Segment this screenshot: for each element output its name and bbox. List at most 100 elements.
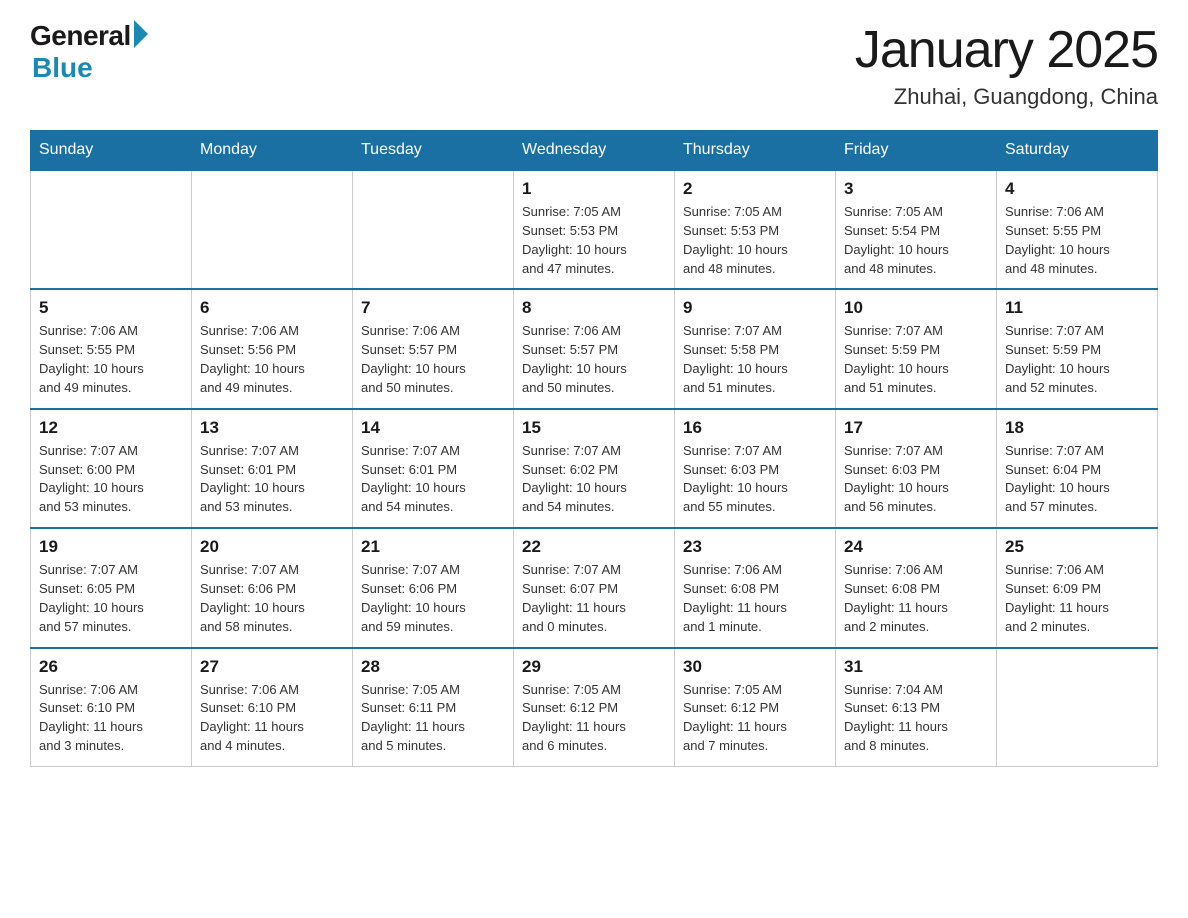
day-info: Sunrise: 7:06 AMSunset: 5:55 PMDaylight:…	[1005, 203, 1149, 278]
day-info: Sunrise: 7:06 AMSunset: 5:55 PMDaylight:…	[39, 322, 183, 397]
day-info: Sunrise: 7:07 AMSunset: 6:01 PMDaylight:…	[361, 442, 505, 517]
calendar-cell: 23 Sunrise: 7:06 AMSunset: 6:08 PMDayligh…	[675, 528, 836, 647]
location-subtitle: Zhuhai, Guangdong, China	[855, 84, 1158, 110]
calendar-week-5: 26 Sunrise: 7:06 AMSunset: 6:10 PMDayligh…	[31, 648, 1158, 767]
day-info: Sunrise: 7:05 AMSunset: 5:54 PMDaylight:…	[844, 203, 988, 278]
calendar-header-sunday: Sunday	[31, 131, 192, 171]
calendar-header-row: SundayMondayTuesdayWednesdayThursdayFrid…	[31, 131, 1158, 171]
day-info: Sunrise: 7:07 AMSunset: 6:07 PMDaylight:…	[522, 561, 666, 636]
day-number: 24	[844, 537, 988, 557]
day-info: Sunrise: 7:07 AMSunset: 6:00 PMDaylight:…	[39, 442, 183, 517]
day-number: 28	[361, 657, 505, 677]
day-number: 19	[39, 537, 183, 557]
calendar-week-2: 5 Sunrise: 7:06 AMSunset: 5:55 PMDaylight…	[31, 289, 1158, 408]
calendar-cell: 9 Sunrise: 7:07 AMSunset: 5:58 PMDaylight…	[675, 289, 836, 408]
calendar-cell	[997, 648, 1158, 767]
day-number: 25	[1005, 537, 1149, 557]
day-number: 4	[1005, 179, 1149, 199]
day-number: 30	[683, 657, 827, 677]
day-info: Sunrise: 7:07 AMSunset: 6:04 PMDaylight:…	[1005, 442, 1149, 517]
day-number: 27	[200, 657, 344, 677]
calendar-table: SundayMondayTuesdayWednesdayThursdayFrid…	[30, 130, 1158, 767]
calendar-cell	[192, 170, 353, 289]
day-number: 11	[1005, 298, 1149, 318]
calendar-cell: 15 Sunrise: 7:07 AMSunset: 6:02 PMDayligh…	[514, 409, 675, 528]
day-number: 1	[522, 179, 666, 199]
calendar-cell: 1 Sunrise: 7:05 AMSunset: 5:53 PMDaylight…	[514, 170, 675, 289]
calendar-week-3: 12 Sunrise: 7:07 AMSunset: 6:00 PMDayligh…	[31, 409, 1158, 528]
calendar-cell: 11 Sunrise: 7:07 AMSunset: 5:59 PMDayligh…	[997, 289, 1158, 408]
calendar-cell: 20 Sunrise: 7:07 AMSunset: 6:06 PMDayligh…	[192, 528, 353, 647]
calendar-week-4: 19 Sunrise: 7:07 AMSunset: 6:05 PMDayligh…	[31, 528, 1158, 647]
day-number: 29	[522, 657, 666, 677]
day-info: Sunrise: 7:07 AMSunset: 5:58 PMDaylight:…	[683, 322, 827, 397]
calendar-cell: 2 Sunrise: 7:05 AMSunset: 5:53 PMDaylight…	[675, 170, 836, 289]
day-info: Sunrise: 7:05 AMSunset: 5:53 PMDaylight:…	[683, 203, 827, 278]
logo: General Blue	[30, 20, 148, 84]
calendar-cell: 4 Sunrise: 7:06 AMSunset: 5:55 PMDaylight…	[997, 170, 1158, 289]
day-info: Sunrise: 7:07 AMSunset: 6:06 PMDaylight:…	[200, 561, 344, 636]
day-info: Sunrise: 7:07 AMSunset: 6:05 PMDaylight:…	[39, 561, 183, 636]
day-number: 10	[844, 298, 988, 318]
calendar-cell: 28 Sunrise: 7:05 AMSunset: 6:11 PMDayligh…	[353, 648, 514, 767]
calendar-cell: 21 Sunrise: 7:07 AMSunset: 6:06 PMDayligh…	[353, 528, 514, 647]
day-info: Sunrise: 7:06 AMSunset: 6:09 PMDaylight:…	[1005, 561, 1149, 636]
calendar-cell: 6 Sunrise: 7:06 AMSunset: 5:56 PMDaylight…	[192, 289, 353, 408]
day-info: Sunrise: 7:07 AMSunset: 6:01 PMDaylight:…	[200, 442, 344, 517]
day-number: 16	[683, 418, 827, 438]
calendar-cell: 27 Sunrise: 7:06 AMSunset: 6:10 PMDayligh…	[192, 648, 353, 767]
day-info: Sunrise: 7:07 AMSunset: 5:59 PMDaylight:…	[844, 322, 988, 397]
calendar-header-friday: Friday	[836, 131, 997, 171]
month-title: January 2025	[855, 20, 1158, 80]
day-info: Sunrise: 7:04 AMSunset: 6:13 PMDaylight:…	[844, 681, 988, 756]
day-number: 9	[683, 298, 827, 318]
calendar-cell: 24Sunrise: 7:06 AMSunset: 6:08 PMDayligh…	[836, 528, 997, 647]
day-number: 20	[200, 537, 344, 557]
day-number: 21	[361, 537, 505, 557]
day-info: Sunrise: 7:06 AMSunset: 6:08 PMDaylight:…	[683, 561, 827, 636]
day-number: 6	[200, 298, 344, 318]
day-info: Sunrise: 7:05 AMSunset: 6:11 PMDaylight:…	[361, 681, 505, 756]
day-info: Sunrise: 7:07 AMSunset: 6:02 PMDaylight:…	[522, 442, 666, 517]
day-number: 5	[39, 298, 183, 318]
logo-blue-text: Blue	[32, 52, 93, 84]
calendar-cell: 8Sunrise: 7:06 AMSunset: 5:57 PMDaylight…	[514, 289, 675, 408]
day-number: 31	[844, 657, 988, 677]
day-number: 15	[522, 418, 666, 438]
calendar-header-saturday: Saturday	[997, 131, 1158, 171]
calendar-cell: 17Sunrise: 7:07 AMSunset: 6:03 PMDayligh…	[836, 409, 997, 528]
calendar-cell	[31, 170, 192, 289]
day-number: 12	[39, 418, 183, 438]
calendar-cell: 7Sunrise: 7:06 AMSunset: 5:57 PMDaylight…	[353, 289, 514, 408]
calendar-cell: 3 Sunrise: 7:05 AMSunset: 5:54 PMDaylight…	[836, 170, 997, 289]
day-number: 2	[683, 179, 827, 199]
day-number: 3	[844, 179, 988, 199]
day-info: Sunrise: 7:06 AMSunset: 6:10 PMDaylight:…	[39, 681, 183, 756]
calendar-cell: 13 Sunrise: 7:07 AMSunset: 6:01 PMDayligh…	[192, 409, 353, 528]
day-info: Sunrise: 7:06 AMSunset: 5:56 PMDaylight:…	[200, 322, 344, 397]
calendar-cell: 25 Sunrise: 7:06 AMSunset: 6:09 PMDayligh…	[997, 528, 1158, 647]
day-info: Sunrise: 7:06 AMSunset: 6:10 PMDaylight:…	[200, 681, 344, 756]
day-info: Sunrise: 7:07 AMSunset: 6:03 PMDaylight:…	[844, 442, 988, 517]
calendar-cell: 31 Sunrise: 7:04 AMSunset: 6:13 PMDayligh…	[836, 648, 997, 767]
day-info: Sunrise: 7:07 AMSunset: 5:59 PMDaylight:…	[1005, 322, 1149, 397]
day-number: 8	[522, 298, 666, 318]
day-number: 22	[522, 537, 666, 557]
logo-arrow-icon	[134, 20, 148, 48]
logo-general-text: General	[30, 20, 131, 52]
calendar-cell: 10 Sunrise: 7:07 AMSunset: 5:59 PMDayligh…	[836, 289, 997, 408]
calendar-week-1: 1 Sunrise: 7:05 AMSunset: 5:53 PMDaylight…	[31, 170, 1158, 289]
calendar-cell: 26 Sunrise: 7:06 AMSunset: 6:10 PMDayligh…	[31, 648, 192, 767]
calendar-cell: 19 Sunrise: 7:07 AMSunset: 6:05 PMDayligh…	[31, 528, 192, 647]
day-number: 23	[683, 537, 827, 557]
calendar-cell: 22 Sunrise: 7:07 AMSunset: 6:07 PMDayligh…	[514, 528, 675, 647]
day-number: 18	[1005, 418, 1149, 438]
day-info: Sunrise: 7:07 AMSunset: 6:03 PMDaylight:…	[683, 442, 827, 517]
calendar-cell: 5 Sunrise: 7:06 AMSunset: 5:55 PMDaylight…	[31, 289, 192, 408]
page-header: General Blue January 2025 Zhuhai, Guangd…	[30, 20, 1158, 110]
day-number: 14	[361, 418, 505, 438]
day-info: Sunrise: 7:07 AMSunset: 6:06 PMDaylight:…	[361, 561, 505, 636]
day-number: 13	[200, 418, 344, 438]
day-info: Sunrise: 7:05 AMSunset: 5:53 PMDaylight:…	[522, 203, 666, 278]
day-number: 26	[39, 657, 183, 677]
